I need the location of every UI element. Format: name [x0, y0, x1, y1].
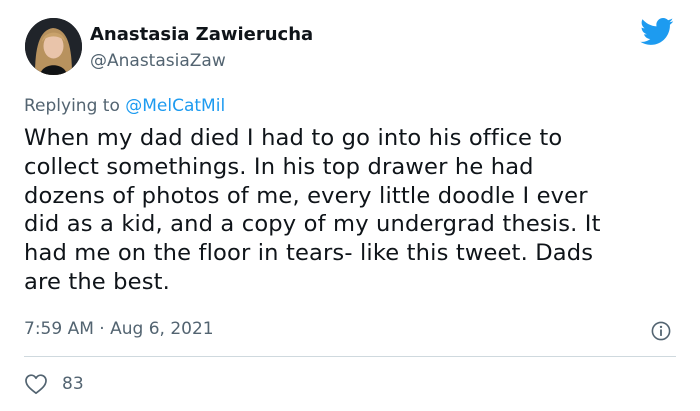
avatar-image — [25, 18, 82, 75]
tweet-timestamp[interactable]: 7:59 AM · Aug 6, 2021 — [24, 319, 214, 339]
heart-icon — [25, 374, 47, 395]
author-display-name[interactable]: Anastasia Zawierucha — [90, 24, 313, 45]
replying-to-label: Replying to — [24, 96, 126, 116]
tweet-text-line: When my dad died I had to go into his of… — [24, 125, 563, 151]
twitter-bird-icon[interactable] — [640, 18, 674, 46]
like-count: 83 — [62, 374, 84, 394]
tweet-text-line: dozens of photos of me, every little doo… — [24, 182, 588, 209]
tweet-text: When my dad died I had to go into his of… — [24, 124, 684, 297]
replying-to: Replying to @MelCatMil — [24, 96, 225, 116]
tweet-date: Aug 6, 2021 — [110, 319, 214, 339]
timestamp-separator: · — [93, 319, 111, 339]
replying-to-handle-link[interactable]: @MelCatMil — [125, 96, 225, 116]
info-icon[interactable] — [651, 321, 671, 341]
divider — [24, 356, 676, 357]
tweet-time: 7:59 AM — [24, 319, 94, 339]
tweet-text-line: had me on the floor in tears- like this … — [24, 240, 594, 267]
avatar[interactable] — [25, 18, 82, 75]
tweet-text-line: collect somethings. In his top drawer he… — [24, 153, 534, 180]
author-handle[interactable]: @AnastasiaZaw — [90, 51, 226, 71]
tweet-text-line: did as a kid, and a copy of my undergrad… — [24, 211, 601, 238]
tweet-text-line: are the best. — [24, 268, 170, 295]
like-button[interactable]: 83 — [24, 373, 84, 395]
